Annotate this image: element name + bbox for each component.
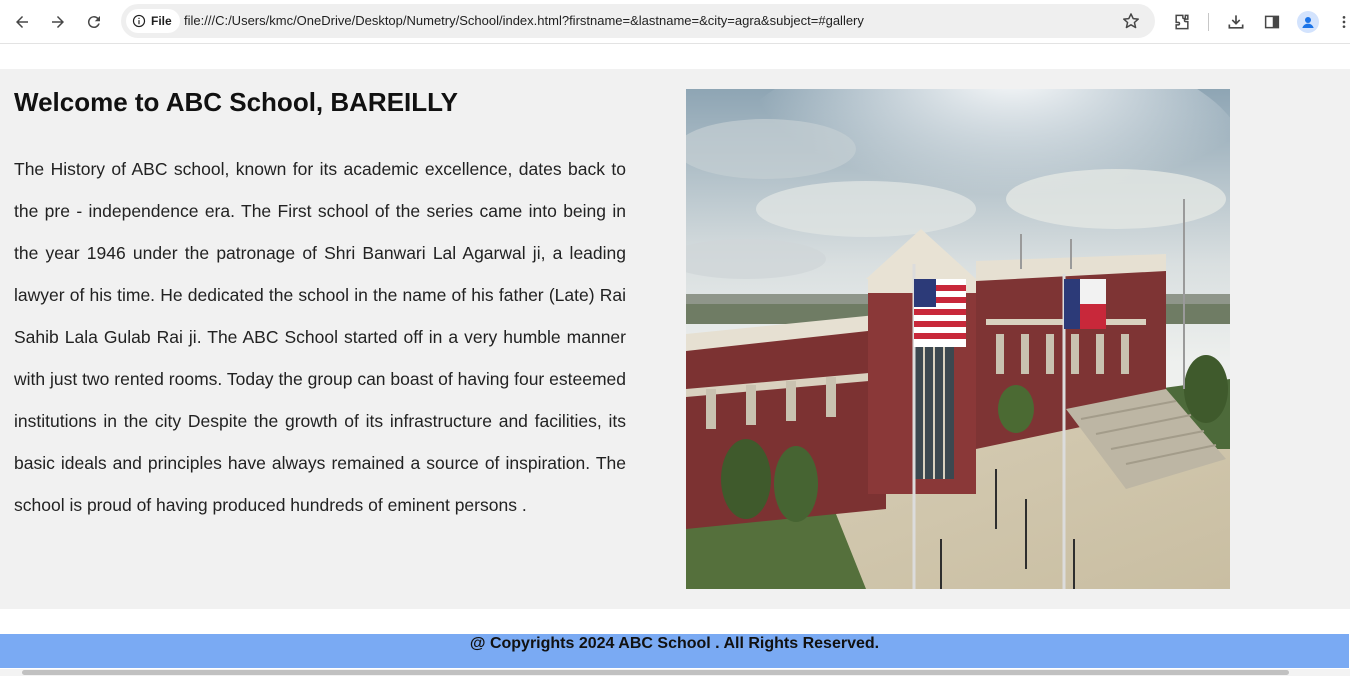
address-bar[interactable]: File file:///C:/Users/kmc/OneDrive/Deskt… xyxy=(121,4,1155,38)
browser-toolbar: File file:///C:/Users/kmc/OneDrive/Deskt… xyxy=(0,0,1350,44)
menu-icon[interactable] xyxy=(1333,11,1350,33)
forward-icon[interactable] xyxy=(44,8,72,36)
page-title: Welcome to ABC School, BAREILLY xyxy=(14,87,458,117)
scrollbar-thumb[interactable] xyxy=(22,670,1289,675)
info-icon xyxy=(132,14,146,28)
url-text[interactable]: file:///C:/Users/kmc/OneDrive/Desktop/Nu… xyxy=(184,13,864,28)
footer: @ Copyrights 2024 ABC School . All Right… xyxy=(0,634,1349,668)
school-building-image xyxy=(686,89,1230,589)
site-chip-label: File xyxy=(151,14,172,28)
welcome-section: Welcome to ABC School, BAREILLY The Hist… xyxy=(0,69,1350,609)
profile-icon[interactable] xyxy=(1297,11,1319,33)
page-content: Welcome to ABC School, BAREILLY The Hist… xyxy=(0,45,1350,676)
back-icon[interactable] xyxy=(8,8,36,36)
school-history-text: The History of ABC school, known for its… xyxy=(14,159,626,515)
reload-icon[interactable] xyxy=(80,8,108,36)
copyright-text: @ Copyrights 2024 ABC School . All Right… xyxy=(469,635,880,652)
side-panel-icon[interactable] xyxy=(1261,11,1283,33)
site-info-chip[interactable]: File xyxy=(126,9,180,33)
extensions-icon[interactable] xyxy=(1171,11,1193,33)
star-icon[interactable] xyxy=(1121,11,1141,31)
download-icon[interactable] xyxy=(1225,11,1247,33)
horizontal-scrollbar[interactable] xyxy=(0,669,1350,676)
toolbar-divider xyxy=(1208,13,1209,31)
